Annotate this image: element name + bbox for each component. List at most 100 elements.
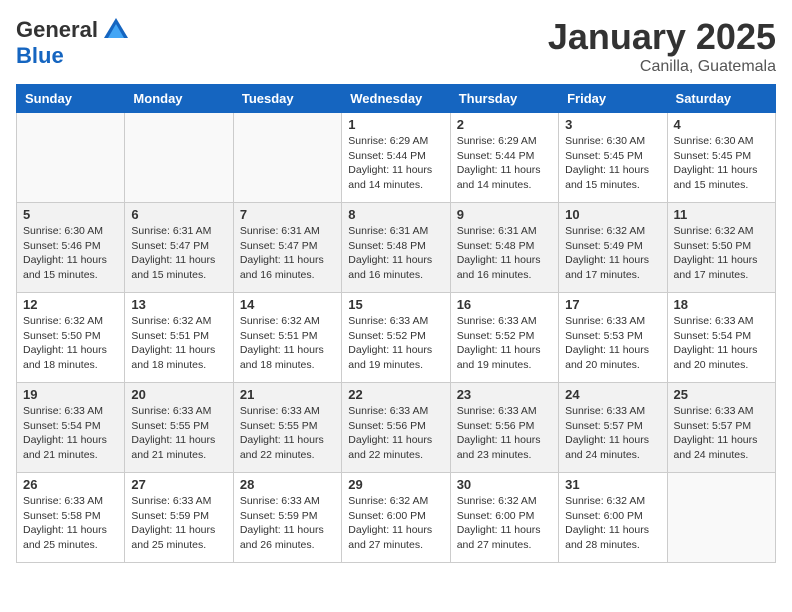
day-info: Sunrise: 6:33 AM Sunset: 5:53 PM Dayligh… <box>565 314 660 373</box>
day-info: Sunrise: 6:31 AM Sunset: 5:47 PM Dayligh… <box>131 224 226 283</box>
day-number: 2 <box>457 117 552 132</box>
calendar-week-row: 26 Sunrise: 6:33 AM Sunset: 5:58 PM Dayli… <box>17 473 776 563</box>
day-number: 3 <box>565 117 660 132</box>
calendar-cell <box>125 113 233 203</box>
calendar-cell: 5Sunrise: 6:30 AM Sunset: 5:46 PM Daylig… <box>17 203 125 293</box>
day-number: 6 <box>131 207 226 222</box>
weekday-header: Wednesday <box>342 85 450 113</box>
day-number: 14 <box>240 297 335 312</box>
day-info: Sunrise: 6:33 AM Sunset: 5:56 PM Dayligh… <box>457 404 552 463</box>
logo-blue-text: Blue <box>16 43 64 68</box>
calendar-cell: 4Sunrise: 6:30 AM Sunset: 5:45 PM Daylig… <box>667 113 775 203</box>
day-number: 1 <box>348 117 443 132</box>
day-info: Sunrise: 6:33 AM Sunset: 5:59 PM Dayligh… <box>131 494 226 553</box>
day-info: Sunrise: 6:32 AM Sunset: 6:00 PM Dayligh… <box>565 494 660 553</box>
calendar-cell: 7 Sunrise: 6:31 AM Sunset: 5:47 PM Daylig… <box>233 203 341 293</box>
calendar-cell: 25 Sunrise: 6:33 AM Sunset: 5:57 PM Dayli… <box>667 383 775 473</box>
calendar-week-row: 5Sunrise: 6:30 AM Sunset: 5:46 PM Daylig… <box>17 203 776 293</box>
day-info: Sunrise: 6:33 AM Sunset: 5:57 PM Dayligh… <box>565 404 660 463</box>
day-info: Sunrise: 6:33 AM Sunset: 5:52 PM Dayligh… <box>348 314 443 373</box>
day-number: 27 <box>131 477 226 492</box>
calendar-cell: 29 Sunrise: 6:32 AM Sunset: 6:00 PM Dayli… <box>342 473 450 563</box>
calendar-cell: 27 Sunrise: 6:33 AM Sunset: 5:59 PM Dayli… <box>125 473 233 563</box>
calendar-cell: 16 Sunrise: 6:33 AM Sunset: 5:52 PM Dayli… <box>450 293 558 383</box>
day-number: 31 <box>565 477 660 492</box>
day-number: 11 <box>674 207 769 222</box>
day-number: 12 <box>23 297 118 312</box>
day-number: 7 <box>240 207 335 222</box>
title-block: January 2025 Canilla, Guatemala <box>548 16 776 76</box>
calendar-header-row: SundayMondayTuesdayWednesdayThursdayFrid… <box>17 85 776 113</box>
day-info: Sunrise: 6:33 AM Sunset: 5:56 PM Dayligh… <box>348 404 443 463</box>
calendar-cell: 1 Sunrise: 6:29 AM Sunset: 5:44 PM Daylig… <box>342 113 450 203</box>
day-number: 20 <box>131 387 226 402</box>
calendar-cell: 13 Sunrise: 6:32 AM Sunset: 5:51 PM Dayli… <box>125 293 233 383</box>
day-info: Sunrise: 6:29 AM Sunset: 5:44 PM Dayligh… <box>348 134 443 193</box>
day-info: Sunrise: 6:32 AM Sunset: 6:00 PM Dayligh… <box>348 494 443 553</box>
logo-general-text: General <box>16 18 98 42</box>
calendar-table: SundayMondayTuesdayWednesdayThursdayFrid… <box>16 84 776 563</box>
day-number: 8 <box>348 207 443 222</box>
day-number: 10 <box>565 207 660 222</box>
day-info: Sunrise: 6:33 AM Sunset: 5:58 PM Dayligh… <box>23 494 118 553</box>
day-number: 4 <box>674 117 769 132</box>
page-header: General Blue January 2025 Canilla, Guate… <box>16 16 776 76</box>
calendar-cell <box>233 113 341 203</box>
calendar-cell: 21Sunrise: 6:33 AM Sunset: 5:55 PM Dayli… <box>233 383 341 473</box>
day-info: Sunrise: 6:29 AM Sunset: 5:44 PM Dayligh… <box>457 134 552 193</box>
day-number: 23 <box>457 387 552 402</box>
weekday-header: Monday <box>125 85 233 113</box>
weekday-header: Friday <box>559 85 667 113</box>
calendar-cell: 28Sunrise: 6:33 AM Sunset: 5:59 PM Dayli… <box>233 473 341 563</box>
day-info: Sunrise: 6:32 AM Sunset: 5:50 PM Dayligh… <box>23 314 118 373</box>
calendar-cell: 19Sunrise: 6:33 AM Sunset: 5:54 PM Dayli… <box>17 383 125 473</box>
calendar-cell: 10 Sunrise: 6:32 AM Sunset: 5:49 PM Dayli… <box>559 203 667 293</box>
day-info: Sunrise: 6:32 AM Sunset: 5:50 PM Dayligh… <box>674 224 769 283</box>
weekday-header: Thursday <box>450 85 558 113</box>
day-info: Sunrise: 6:33 AM Sunset: 5:52 PM Dayligh… <box>457 314 552 373</box>
calendar-cell: 14Sunrise: 6:32 AM Sunset: 5:51 PM Dayli… <box>233 293 341 383</box>
calendar-cell: 18Sunrise: 6:33 AM Sunset: 5:54 PM Dayli… <box>667 293 775 383</box>
calendar-cell: 15 Sunrise: 6:33 AM Sunset: 5:52 PM Dayli… <box>342 293 450 383</box>
calendar-cell: 2 Sunrise: 6:29 AM Sunset: 5:44 PM Daylig… <box>450 113 558 203</box>
day-info: Sunrise: 6:30 AM Sunset: 5:45 PM Dayligh… <box>565 134 660 193</box>
day-number: 16 <box>457 297 552 312</box>
day-number: 26 <box>23 477 118 492</box>
day-number: 17 <box>565 297 660 312</box>
calendar-cell: 17 Sunrise: 6:33 AM Sunset: 5:53 PM Dayli… <box>559 293 667 383</box>
calendar-cell: 23 Sunrise: 6:33 AM Sunset: 5:56 PM Dayli… <box>450 383 558 473</box>
calendar-cell: 6 Sunrise: 6:31 AM Sunset: 5:47 PM Daylig… <box>125 203 233 293</box>
day-info: Sunrise: 6:32 AM Sunset: 5:49 PM Dayligh… <box>565 224 660 283</box>
calendar-week-row: 12 Sunrise: 6:32 AM Sunset: 5:50 PM Dayli… <box>17 293 776 383</box>
day-info: Sunrise: 6:33 AM Sunset: 5:55 PM Dayligh… <box>131 404 226 463</box>
calendar-cell: 12 Sunrise: 6:32 AM Sunset: 5:50 PM Dayli… <box>17 293 125 383</box>
calendar-week-row: 19Sunrise: 6:33 AM Sunset: 5:54 PM Dayli… <box>17 383 776 473</box>
day-number: 28 <box>240 477 335 492</box>
logo-icon <box>102 16 130 44</box>
day-info: Sunrise: 6:31 AM Sunset: 5:48 PM Dayligh… <box>348 224 443 283</box>
calendar-cell <box>17 113 125 203</box>
page-title: January 2025 <box>548 16 776 58</box>
day-info: Sunrise: 6:31 AM Sunset: 5:47 PM Dayligh… <box>240 224 335 283</box>
day-number: 29 <box>348 477 443 492</box>
calendar-cell: 22 Sunrise: 6:33 AM Sunset: 5:56 PM Dayli… <box>342 383 450 473</box>
day-number: 22 <box>348 387 443 402</box>
logo: General Blue <box>16 16 130 68</box>
day-number: 15 <box>348 297 443 312</box>
weekday-header: Tuesday <box>233 85 341 113</box>
calendar-cell: 8 Sunrise: 6:31 AM Sunset: 5:48 PM Daylig… <box>342 203 450 293</box>
calendar-cell: 31 Sunrise: 6:32 AM Sunset: 6:00 PM Dayli… <box>559 473 667 563</box>
calendar-cell: 20 Sunrise: 6:33 AM Sunset: 5:55 PM Dayli… <box>125 383 233 473</box>
calendar-cell: 11 Sunrise: 6:32 AM Sunset: 5:50 PM Dayli… <box>667 203 775 293</box>
day-info: Sunrise: 6:32 AM Sunset: 5:51 PM Dayligh… <box>131 314 226 373</box>
weekday-header: Saturday <box>667 85 775 113</box>
day-number: 25 <box>674 387 769 402</box>
day-number: 13 <box>131 297 226 312</box>
calendar-cell <box>667 473 775 563</box>
weekday-header: Sunday <box>17 85 125 113</box>
calendar-cell: 3 Sunrise: 6:30 AM Sunset: 5:45 PM Daylig… <box>559 113 667 203</box>
day-info: Sunrise: 6:33 AM Sunset: 5:57 PM Dayligh… <box>674 404 769 463</box>
day-number: 18 <box>674 297 769 312</box>
day-number: 5 <box>23 207 118 222</box>
calendar-cell: 9Sunrise: 6:31 AM Sunset: 5:48 PM Daylig… <box>450 203 558 293</box>
